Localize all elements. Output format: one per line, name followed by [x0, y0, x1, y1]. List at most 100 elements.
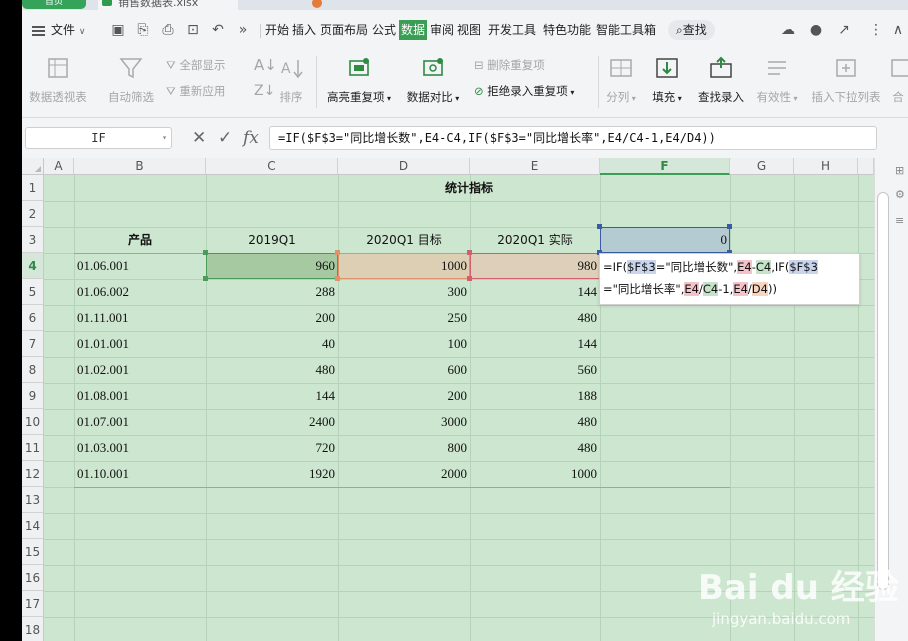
metric-selector-cell[interactable]: 0	[600, 227, 730, 253]
show-all-button[interactable]: ⛛ 全部显示	[166, 57, 225, 73]
row-header[interactable]: 6	[22, 305, 44, 331]
auto-filter-button[interactable]: 自动筛选	[104, 56, 158, 105]
menu-formula[interactable]: 公式	[372, 20, 396, 40]
value-cell[interactable]: 40	[206, 331, 338, 357]
undo-icon[interactable]: ↶	[210, 22, 226, 38]
menu-developer[interactable]: 开发工具	[488, 20, 536, 40]
menu-review[interactable]: 审阅	[430, 20, 454, 40]
worksheet-grid[interactable]: A B C D E F G H 1 2 3 4 5 6 7 8 9 10 11 …	[22, 158, 874, 641]
value-cell[interactable]: 720	[206, 435, 338, 461]
menu-smart-toolbox[interactable]: 智能工具箱	[596, 20, 656, 40]
value-cell[interactable]: 480	[470, 305, 600, 331]
vertical-scrollbar[interactable]	[877, 192, 889, 590]
value-cell[interactable]: 960	[206, 253, 338, 279]
column-header-a[interactable]: A	[44, 158, 74, 175]
value-cell[interactable]: 144	[470, 331, 600, 357]
select-all-corner[interactable]	[22, 158, 44, 175]
product-cell[interactable]: 01.11.001	[74, 305, 206, 331]
value-cell[interactable]: 144	[206, 383, 338, 409]
row-header[interactable]: 11	[22, 435, 44, 461]
row-header[interactable]: 3	[22, 227, 44, 253]
value-cell[interactable]: 2000	[338, 461, 470, 487]
value-cell[interactable]: 480	[206, 357, 338, 383]
value-cell[interactable]: 980	[470, 253, 600, 279]
sort-desc-icon[interactable]: Z↓	[254, 83, 275, 99]
split-column-button[interactable]: 分列 ▾	[604, 56, 638, 105]
product-cell[interactable]: 01.08.001	[74, 383, 206, 409]
value-cell[interactable]: 188	[470, 383, 600, 409]
product-cell[interactable]: 01.01.001	[74, 331, 206, 357]
in-cell-formula-editor[interactable]: =IF($F$3="同比增长数",E4-C4,IF($F$3 ="同比增长率",…	[599, 253, 860, 305]
merge-button[interactable]: 合	[888, 56, 908, 105]
value-cell[interactable]: 2400	[206, 409, 338, 435]
value-cell[interactable]: 560	[470, 357, 600, 383]
row-header[interactable]: 14	[22, 513, 44, 539]
value-cell[interactable]: 480	[470, 409, 600, 435]
pivot-table-button[interactable]: 数据透视表	[26, 56, 90, 105]
menu-data[interactable]: 数据	[399, 20, 428, 40]
reject-duplicates-button[interactable]: ⊘ 拒绝录入重复项 ▾	[474, 83, 574, 99]
value-cell[interactable]: 1920	[206, 461, 338, 487]
header-2019q1[interactable]: 2019Q1	[206, 227, 338, 253]
product-cell[interactable]: 01.02.001	[74, 357, 206, 383]
row-header[interactable]: 1	[22, 175, 44, 201]
product-cell[interactable]: 01.07.001	[74, 409, 206, 435]
reapply-button[interactable]: ⛛ 重新应用	[166, 83, 225, 99]
save-icon[interactable]: ▣	[110, 22, 126, 38]
export-icon[interactable]: ⎘	[135, 22, 151, 38]
print-preview-icon[interactable]: ⊡	[185, 22, 201, 38]
value-cell[interactable]: 1000	[338, 253, 470, 279]
sort-button[interactable]: A 排序	[276, 56, 306, 105]
value-cell[interactable]: 288	[206, 279, 338, 305]
sort-asc-icon[interactable]: A↓	[254, 56, 277, 74]
column-header-b[interactable]: B	[74, 158, 206, 175]
value-cell[interactable]: 1000	[470, 461, 600, 487]
hamburger-menu-icon[interactable]	[32, 26, 45, 36]
row-header[interactable]: 9	[22, 383, 44, 409]
value-cell[interactable]: 480	[470, 435, 600, 461]
menu-start[interactable]: 开始	[265, 20, 289, 40]
column-header-h[interactable]: H	[794, 158, 858, 175]
find-entry-button[interactable]: 查找录入	[694, 56, 748, 105]
row-header[interactable]: 13	[22, 487, 44, 513]
row-header[interactable]: 2	[22, 201, 44, 227]
value-cell[interactable]: 200	[206, 305, 338, 331]
value-cell[interactable]: 100	[338, 331, 470, 357]
data-compare-button[interactable]: 数据对比 ▾	[400, 56, 466, 105]
product-cell[interactable]: 01.06.002	[74, 279, 206, 305]
column-header-f[interactable]: F	[600, 158, 730, 175]
insert-function-icon[interactable]: fx	[243, 128, 259, 148]
value-cell[interactable]: 200	[338, 383, 470, 409]
product-cell[interactable]: 01.03.001	[74, 435, 206, 461]
menu-special[interactable]: 特色功能	[543, 20, 591, 40]
tab-document[interactable]: 销售数据表.xlsx	[98, 0, 238, 10]
more-options-icon[interactable]: ⋮	[868, 22, 884, 38]
row-header-selected[interactable]: 4	[22, 253, 44, 279]
cloud-icon[interactable]: ☁	[780, 22, 796, 38]
header-2020q1-actual[interactable]: 2020Q1 实际	[470, 227, 600, 253]
product-cell[interactable]: 01.06.001	[74, 253, 206, 279]
row-header[interactable]: 5	[22, 279, 44, 305]
cancel-formula-icon[interactable]: ✕	[192, 128, 206, 148]
row-header[interactable]: 17	[22, 591, 44, 617]
row-header[interactable]: 15	[22, 539, 44, 565]
highlight-duplicates-button[interactable]: 高亮重复项 ▾	[322, 56, 396, 105]
menu-insert[interactable]: 插入	[292, 20, 316, 40]
column-header-g[interactable]: G	[730, 158, 794, 175]
confirm-formula-icon[interactable]: ✓	[218, 128, 232, 148]
row-header[interactable]: 7	[22, 331, 44, 357]
filter-panel-icon[interactable]: ≡	[895, 214, 907, 227]
panel-toggle-icon[interactable]: ⊞	[895, 164, 907, 177]
settings-icon[interactable]: ⚙	[895, 188, 907, 201]
more-chevron-icon[interactable]: »	[235, 22, 251, 38]
search-button[interactable]: ⌕查找	[668, 20, 715, 40]
row-header[interactable]: 8	[22, 357, 44, 383]
value-cell[interactable]: 3000	[338, 409, 470, 435]
menu-view[interactable]: 视图	[457, 20, 481, 40]
row-header[interactable]: 12	[22, 461, 44, 487]
user-icon[interactable]: ●	[808, 22, 824, 38]
collapse-ribbon-icon[interactable]: ∧	[890, 22, 906, 38]
header-product[interactable]: 产品	[74, 227, 206, 253]
name-box[interactable]: IF ▾	[25, 127, 172, 149]
menu-page-layout[interactable]: 页面布局	[320, 20, 368, 40]
